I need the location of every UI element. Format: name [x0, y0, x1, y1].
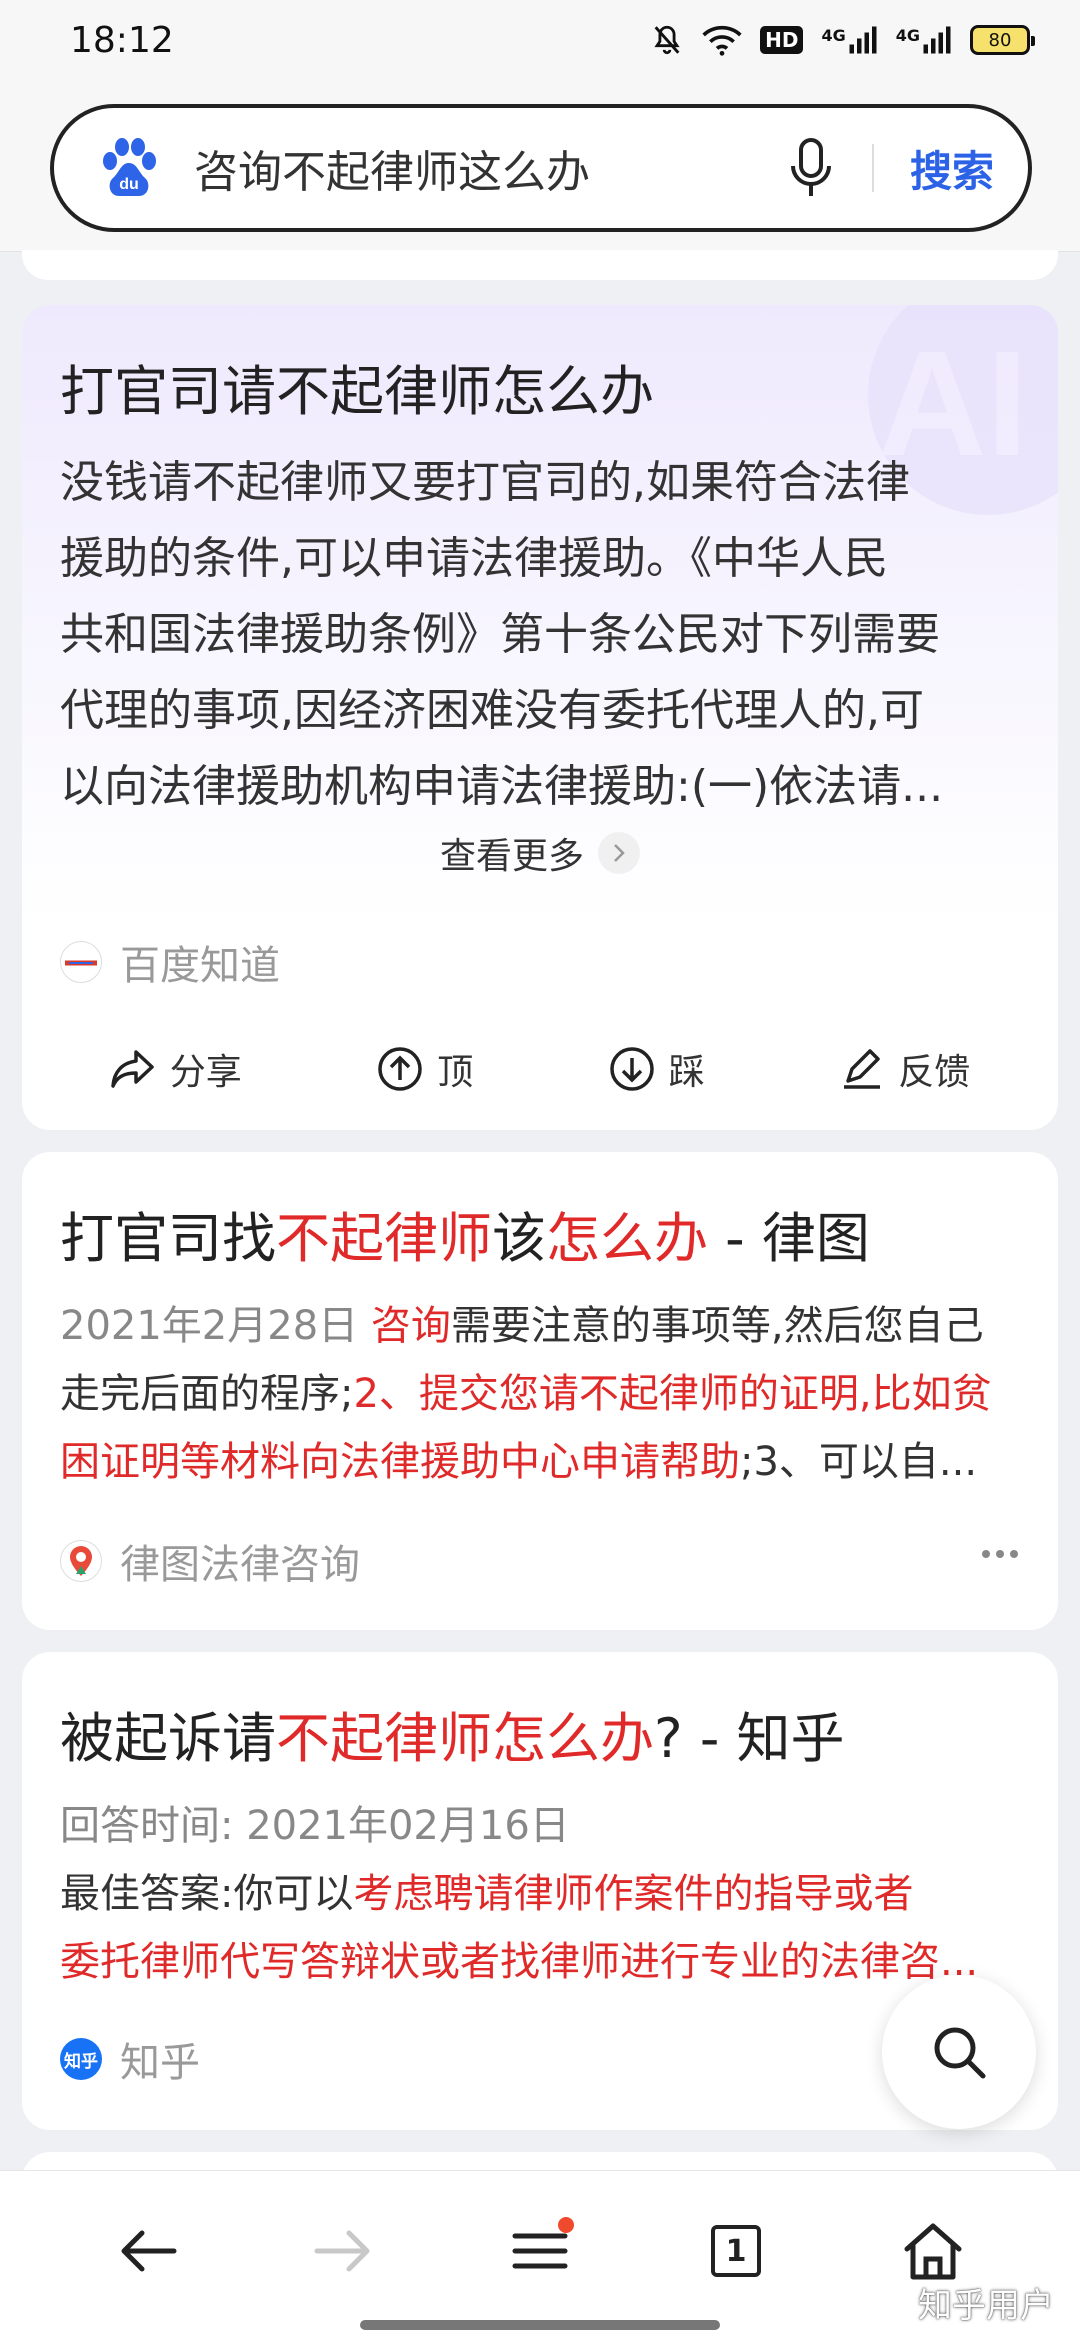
ai-card-source[interactable]: 百度知道 [60, 933, 280, 991]
forward-button[interactable] [303, 2211, 383, 2291]
view-more-button[interactable]: 查看更多 [22, 827, 1058, 879]
search-icon [934, 2027, 986, 2079]
snippet-line: 走完后面的程序;2、提交您请不起律师的证明,比如贫 [60, 1360, 1030, 1428]
snippet-text: 最佳答案:你可以 [60, 1871, 354, 1917]
floating-search-button[interactable] [882, 1975, 1036, 2129]
status-time: 18:12 [70, 19, 174, 61]
ai-body-line: 援助的条件,可以申请法律援助。《中华人民 [60, 533, 888, 584]
snippet-text: ;3、可以自... [740, 1439, 978, 1485]
result-source[interactable]: 律图法律咨询 [60, 1532, 360, 1590]
back-button[interactable] [108, 2211, 188, 2291]
result-source[interactable]: 知乎 知乎 [60, 2030, 200, 2088]
share-label: 分享 [169, 1052, 242, 1093]
ai-answer-card[interactable]: AI 打官司请不起律师怎么办 没钱请不起律师又要打官司的,如果符合法律 援助的条… [22, 305, 1058, 1130]
ai-card-body: 没钱请不起律师又要打官司的,如果符合法律 援助的条件,可以申请法律援助。《中华人… [60, 445, 1030, 825]
downvote-button[interactable]: 踩 [609, 1043, 705, 1095]
share-icon [110, 1050, 154, 1088]
search-divider [871, 144, 874, 192]
ai-body-line: 共和国法律援助条例》第十条公民对下列需要 [60, 609, 940, 660]
notification-dot [558, 2217, 574, 2233]
source-name: 知乎 [120, 2040, 200, 2086]
title-highlight: 不起律师 [276, 1207, 492, 1270]
zhihu-user-watermark: 知乎用户 [918, 2286, 1054, 2326]
feedback-label: 反馈 [898, 1052, 971, 1093]
menu-icon [512, 2233, 568, 2269]
arrow-down-circle-icon [609, 1047, 654, 1091]
hd-voice-badge: HD [760, 26, 804, 54]
result-title[interactable]: 打官司找不起律师该怎么办 - 律图 [60, 1194, 870, 1273]
search-box[interactable]: du 咨询不起律师这么办 搜索 [50, 104, 1032, 232]
signal-icon-2: 4G [896, 24, 952, 56]
arrow-right-icon [314, 2230, 370, 2272]
wifi-icon [702, 24, 742, 56]
search-header: du 咨询不起律师这么办 搜索 [0, 80, 1080, 252]
arrow-left-icon [121, 2230, 177, 2272]
network-type-label-2: 4G [895, 26, 920, 45]
title-segment: 打官司找 [60, 1207, 276, 1270]
search-button[interactable]: 搜索 [910, 138, 994, 199]
zhihu-icon: 知乎 [60, 2038, 102, 2080]
tab-count: 1 [711, 2225, 761, 2277]
title-segment: 该 [492, 1207, 546, 1270]
mute-bell-icon [650, 23, 684, 57]
status-bar: 18:12 HD 4G 4G 80 [0, 0, 1080, 80]
ai-body-line: 以向法律援助机构申请法律援助:(一)依法请... [60, 761, 944, 812]
snippet-line: 2021年2月28日 咨询需要注意的事项等,然后您自己 [60, 1292, 1030, 1360]
snippet-text: 走完后面的程序; [60, 1371, 354, 1417]
status-icons: HD 4G 4G 80 [650, 23, 1035, 57]
pencil-icon [844, 1049, 881, 1089]
baidu-zhidao-icon [60, 941, 102, 983]
result-date: 2021年2月28日 [60, 1303, 359, 1349]
result-title[interactable]: 被起诉请不起律师怎么办? - 知乎 [60, 1694, 844, 1773]
arrow-up-circle-icon [378, 1047, 422, 1091]
title-highlight: 怎么办 [546, 1207, 708, 1270]
result-snippet: 2021年2月28日 咨询需要注意的事项等,然后您自己 走完后面的程序;2、提交… [60, 1292, 1030, 1496]
upvote-button[interactable]: 顶 [377, 1043, 473, 1095]
network-type-label: 4G [821, 26, 846, 45]
title-segment: 被起诉请 [60, 1707, 276, 1770]
snippet-highlight: 考虑聘请律师作案件的指导或者 [353, 1871, 914, 1917]
title-segment: ? - 知乎 [654, 1707, 845, 1770]
downvote-label: 踩 [668, 1052, 705, 1093]
home-indicator[interactable] [360, 2320, 720, 2330]
chevron-right-icon [598, 832, 640, 874]
ai-body-line: 代理的事项,因经济困难没有委托代理人的,可 [60, 685, 924, 736]
previous-card-bottom [22, 250, 1058, 280]
microphone-icon[interactable] [786, 136, 836, 200]
snippet-line: 委托律师代写答辩状或者找律师进行专业的法律咨... [60, 1928, 1030, 1996]
source-name: 律图法律咨询 [120, 1542, 360, 1588]
title-segment: - 律图 [708, 1207, 870, 1270]
ai-card-actions: 分享 顶 踩 反馈 [22, 1043, 1058, 1095]
menu-button[interactable] [500, 2211, 580, 2291]
signal-icon: 4G [821, 24, 877, 56]
title-highlight: 不起律师怎么办 [276, 1707, 654, 1770]
source-name: 百度知道 [120, 943, 280, 989]
home-icon [904, 2223, 962, 2280]
feedback-button[interactable]: 反馈 [840, 1043, 970, 1095]
search-result-card[interactable]: 打官司找不起律师该怎么办 - 律图 2021年2月28日 咨询需要注意的事项等,… [22, 1152, 1058, 1630]
battery-icon: 80 [970, 25, 1035, 55]
tabs-button[interactable]: 1 [696, 2211, 776, 2291]
upvote-label: 顶 [437, 1052, 474, 1093]
answer-time: 回答时间: 2021年02月16日 [60, 1803, 570, 1849]
svg-text:du: du [119, 176, 139, 193]
more-options-icon[interactable] [982, 1550, 1018, 1558]
snippet-line: 最佳答案:你可以考虑聘请律师作案件的指导或者 [60, 1860, 1030, 1928]
result-snippet: 回答时间: 2021年02月16日 最佳答案:你可以考虑聘请律师作案件的指导或者… [60, 1792, 1030, 1996]
snippet-line: 困证明等材料向法律援助中心申请帮助;3、可以自... [60, 1428, 1030, 1496]
baidu-paw-icon: du [103, 138, 156, 196]
snippet-highlight: 困证明等材料向法律援助中心申请帮助 [60, 1439, 740, 1485]
share-button[interactable]: 分享 [110, 1043, 242, 1095]
ai-body-line: 没钱请不起律师又要打官司的,如果符合法律 [60, 457, 910, 508]
snippet-text: 需要注意的事项等,然后您自己 [450, 1303, 984, 1349]
snippet-highlight: 2、提交您请不起律师的证明,比如贫 [353, 1371, 992, 1417]
view-more-label: 查看更多 [439, 836, 584, 877]
lvtu-icon [60, 1540, 102, 1582]
snippet-highlight: 委托律师代写答辩状或者找律师进行专业的法律咨... [60, 1939, 979, 1985]
search-input[interactable]: 咨询不起律师这么办 [194, 136, 786, 200]
ai-card-title[interactable]: 打官司请不起律师怎么办 [60, 347, 654, 426]
snippet-highlight: 咨询 [370, 1303, 451, 1349]
